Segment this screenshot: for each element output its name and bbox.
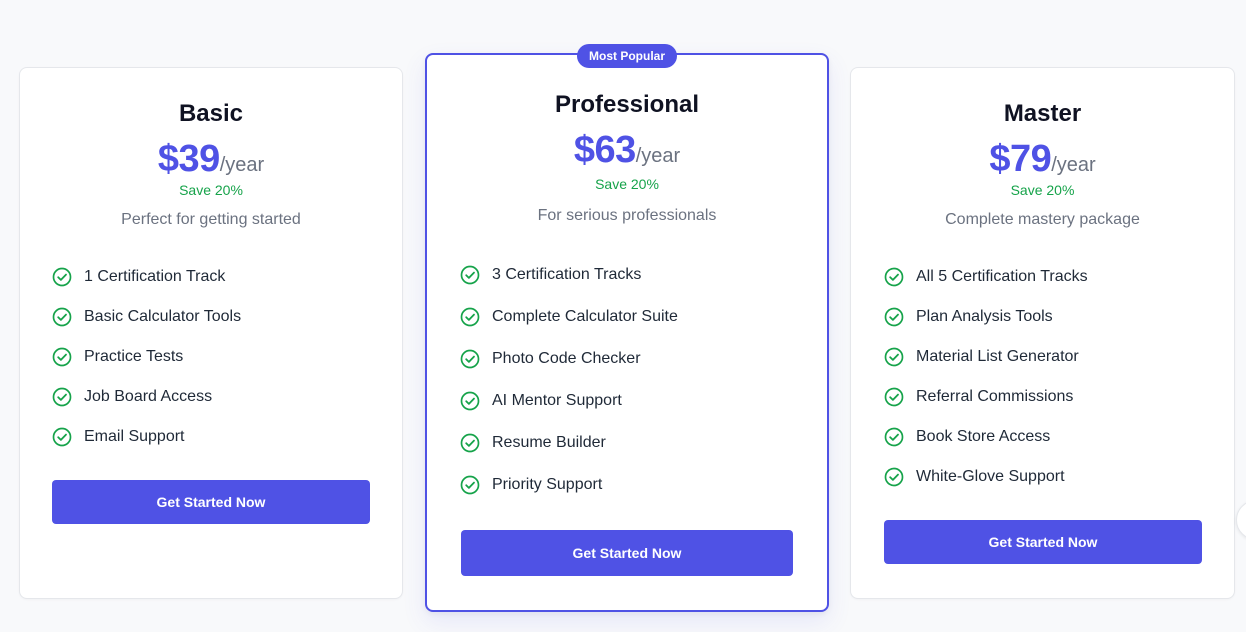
check-circle-icon bbox=[884, 307, 904, 327]
feature-item: Resume Builder bbox=[460, 431, 678, 455]
check-circle-icon bbox=[460, 391, 480, 411]
check-circle-icon bbox=[52, 427, 72, 447]
save-label: Save 20% bbox=[179, 182, 243, 198]
check-circle-icon bbox=[460, 307, 480, 327]
check-circle-icon bbox=[884, 347, 904, 367]
feature-label: Priority Support bbox=[492, 476, 603, 493]
plan-price: $79/year bbox=[851, 138, 1234, 181]
feature-item: Referral Commissions bbox=[884, 385, 1088, 409]
price-amount: $63 bbox=[573, 129, 636, 171]
check-circle-icon bbox=[52, 307, 72, 327]
plan-card-professional: Most Popular Professional $63/year Save … bbox=[425, 44, 829, 612]
plan-card-basic: Basic $39/year Save 20% Perfect for gett… bbox=[19, 67, 403, 599]
feature-item: Plan Analysis Tools bbox=[884, 305, 1088, 329]
feature-item: Email Support bbox=[52, 425, 241, 449]
feature-item: White-Glove Support bbox=[884, 465, 1088, 489]
plan-description: Complete mastery package bbox=[945, 211, 1140, 228]
feature-label: Book Store Access bbox=[916, 428, 1051, 445]
feature-list: 3 Certification Tracks Complete Calculat… bbox=[460, 263, 678, 497]
feature-label: Photo Code Checker bbox=[492, 350, 641, 367]
feature-item: 3 Certification Tracks bbox=[460, 263, 678, 287]
plan-price: $39/year bbox=[20, 138, 402, 181]
plan-title: Basic bbox=[178, 100, 244, 127]
feature-label: Complete Calculator Suite bbox=[492, 308, 678, 325]
feature-item: Material List Generator bbox=[884, 345, 1088, 369]
feature-item: Complete Calculator Suite bbox=[460, 305, 678, 329]
plan-title: Master bbox=[1003, 100, 1082, 127]
check-circle-icon bbox=[52, 267, 72, 287]
feature-item: Basic Calculator Tools bbox=[52, 305, 241, 329]
feature-label: Plan Analysis Tools bbox=[916, 308, 1053, 325]
feature-label: All 5 Certification Tracks bbox=[916, 268, 1088, 285]
check-circle-icon bbox=[460, 349, 480, 369]
plan-description: Perfect for getting started bbox=[121, 211, 301, 228]
feature-item: Job Board Access bbox=[52, 385, 241, 409]
feature-item: Practice Tests bbox=[52, 345, 241, 369]
feature-label: Resume Builder bbox=[492, 434, 606, 451]
get-started-button-basic[interactable]: Get Started Now bbox=[52, 480, 370, 524]
get-started-button-master[interactable]: Get Started Now bbox=[884, 520, 1202, 564]
plan-title: Professional bbox=[554, 91, 700, 118]
save-label: Save 20% bbox=[595, 176, 659, 192]
price-amount: $79 bbox=[989, 138, 1052, 180]
feature-item: 1 Certification Track bbox=[52, 265, 241, 289]
check-circle-icon bbox=[460, 433, 480, 453]
feature-label: Practice Tests bbox=[84, 348, 184, 365]
feature-label: AI Mentor Support bbox=[492, 392, 622, 409]
feature-label: Job Board Access bbox=[84, 388, 213, 405]
price-period: /year bbox=[1051, 154, 1096, 176]
save-label: Save 20% bbox=[1010, 182, 1075, 198]
check-circle-icon bbox=[884, 267, 904, 287]
price-period: /year bbox=[635, 145, 681, 167]
feature-label: Referral Commissions bbox=[916, 388, 1074, 405]
most-popular-badge: Most Popular bbox=[576, 44, 678, 68]
check-circle-icon bbox=[884, 467, 904, 487]
feature-label: Material List Generator bbox=[916, 348, 1079, 365]
plan-card-master: Master $79/year Save 20% Complete master… bbox=[850, 67, 1235, 599]
plan-price: $63/year bbox=[427, 129, 827, 172]
feature-item: Book Store Access bbox=[884, 425, 1088, 449]
feature-item: AI Mentor Support bbox=[460, 389, 678, 413]
check-circle-icon bbox=[460, 265, 480, 285]
get-started-button-professional[interactable]: Get Started Now bbox=[461, 530, 793, 576]
plan-description: For serious professionals bbox=[537, 207, 717, 224]
floating-action-button[interactable] bbox=[1236, 500, 1246, 540]
feature-label: 3 Certification Tracks bbox=[492, 266, 642, 283]
price-amount: $39 bbox=[157, 138, 220, 180]
check-circle-icon bbox=[884, 387, 904, 407]
price-period: /year bbox=[219, 154, 265, 176]
feature-item: Photo Code Checker bbox=[460, 347, 678, 371]
feature-list: 1 Certification Track Basic Calculator T… bbox=[52, 265, 241, 449]
feature-label: White-Glove Support bbox=[916, 468, 1065, 485]
check-circle-icon bbox=[460, 475, 480, 495]
feature-label: Basic Calculator Tools bbox=[84, 308, 242, 325]
feature-list: All 5 Certification Tracks Plan Analysis… bbox=[884, 265, 1088, 489]
feature-label: Email Support bbox=[84, 428, 185, 445]
check-circle-icon bbox=[884, 427, 904, 447]
feature-item: Priority Support bbox=[460, 473, 678, 497]
check-circle-icon bbox=[52, 387, 72, 407]
pricing-section: Basic $39/year Save 20% Perfect for gett… bbox=[0, 0, 1246, 632]
feature-label: 1 Certification Track bbox=[84, 268, 226, 285]
feature-item: All 5 Certification Tracks bbox=[884, 265, 1088, 289]
check-circle-icon bbox=[52, 347, 72, 367]
